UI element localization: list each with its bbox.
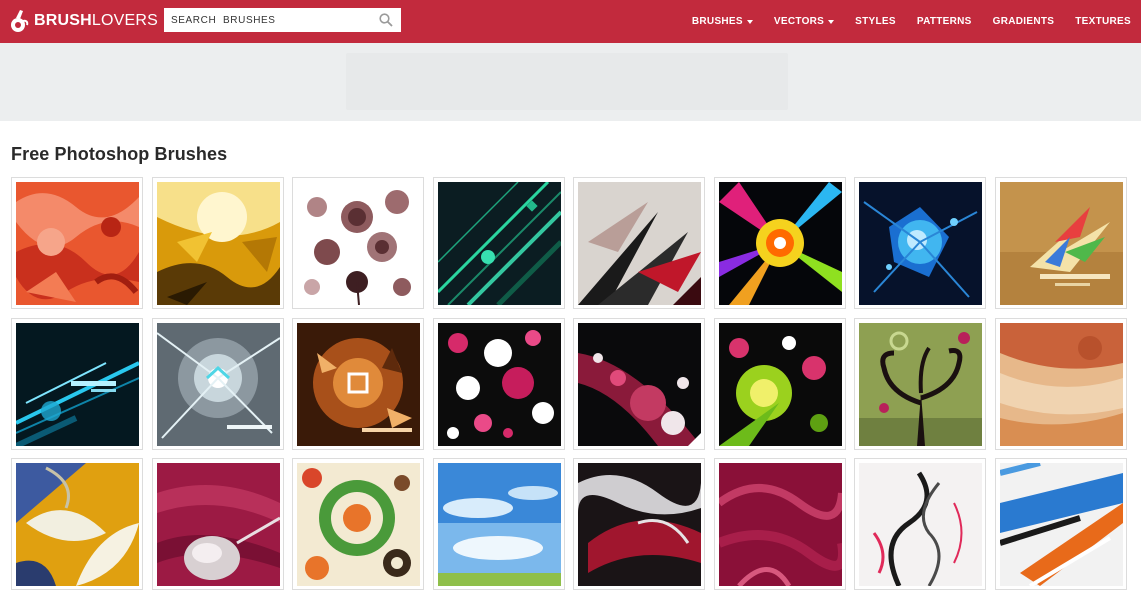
brush-tile-watercolor[interactable] [994,317,1127,450]
brush-tile-roses[interactable] [292,177,424,309]
red-brush-thumbnail [16,182,139,305]
fortune-splash-thumbnail [999,182,1123,305]
nav-vectors[interactable]: VECTORS [773,16,835,27]
sky-clouds-thumbnail [437,463,561,586]
caret-down-icon [746,19,753,24]
nav-patterns[interactable]: PATTERNS [917,16,972,27]
silk-thumbnail [156,463,280,586]
leaves-thumbnail [16,463,139,586]
black-strokes-thumbnail [578,182,701,305]
green-splash-thumbnail [718,322,842,446]
nav-vectors-label: VECTORS [773,16,825,27]
brush-tile-green-splash[interactable] [713,317,846,450]
nav-textures[interactable]: TEXTURES [1075,16,1131,27]
brush-tile-retro-circles[interactable] [292,458,424,590]
tree-swirls-thumbnail [859,322,982,446]
nav-styles-label: STYLES [855,16,896,27]
nav-textures-label: TEXTURES [1075,16,1131,27]
brush-tile-euphoria[interactable] [292,317,424,450]
logo-brush-icon [11,10,29,32]
nav-gradients-label: GRADIENTS [992,16,1055,27]
brush-tile-pink-smoke[interactable] [713,458,846,590]
retro-circles-thumbnail [297,463,420,586]
nav-brushes-label: BRUSHES [691,16,743,27]
watercolor-thumbnail [999,322,1123,446]
splatter-burst-thumbnail [578,322,701,446]
page-title: Free Photoshop Brushes [11,144,228,164]
top-navigation-bar: BRUSHLOVERS BRUSHES VECTORS STYLES PATTE… [0,0,1141,43]
brush-tile-grunge-strokes[interactable] [573,177,705,309]
brush-tile-black-smoke[interactable] [854,458,986,590]
nav-gradients[interactable]: GRADIENTS [993,16,1055,27]
paint-strokes-thumbnail [999,463,1123,586]
brush-tile-sky-clouds[interactable] [432,458,565,590]
ad-placeholder [346,53,788,110]
brush-tile-leaves[interactable] [11,458,143,590]
green-lines-thumbnail [437,182,561,305]
brush-tile-paint-strokes[interactable] [994,458,1127,590]
brush-tile-red-abstract[interactable] [11,177,143,309]
rose-flowers-thumbnail [297,182,420,305]
brush-tile-europa[interactable] [11,317,143,450]
ad-banner-area [0,43,1141,121]
blue-explosion-thumbnail [859,182,982,305]
caret-down-icon [828,19,835,24]
brush-tile-silk[interactable] [151,458,284,590]
search-box [164,8,401,32]
kinetic-light-thumbnail [156,322,280,446]
site-logo[interactable]: BRUSHLOVERS [10,9,158,33]
logo-wordmark: BRUSHLOVERS [34,12,159,29]
euphoria-shards-thumbnail [297,322,420,446]
search-input[interactable] [164,8,369,32]
brush-tile-fortune[interactable] [994,177,1127,309]
search-icon[interactable] [379,13,393,27]
brush-tile-red-smoke[interactable] [573,458,705,590]
rainbow-burst-thumbnail [718,182,842,305]
brush-tile-splatter-burst[interactable] [573,317,705,450]
nav-patterns-label: PATTERNS [916,16,972,27]
nav-styles[interactable]: STYLES [855,16,896,27]
red-smoke-thumbnail [578,463,701,586]
brush-tile-golden-light[interactable] [151,177,284,309]
main-menu: BRUSHES VECTORS STYLES PATTERNS GRADIENT… [671,0,1131,43]
nav-brushes[interactable]: BRUSHES [692,16,753,27]
brush-tile-spectrum-burst[interactable] [713,177,846,309]
brush-tile-pink-splatter[interactable] [432,317,565,450]
pink-smoke-thumbnail [718,463,842,586]
cyan-streaks-thumbnail [16,322,139,446]
brush-tile-kinetic[interactable] [151,317,284,450]
brush-tile-swirly-tree[interactable] [854,317,986,450]
brush-tile-digital-lines[interactable] [432,177,565,309]
pink-splatter-thumbnail [437,322,561,446]
gold-burst-thumbnail [156,182,280,305]
black-smoke-thumbnail [859,463,982,586]
brush-tile-blue-explosion[interactable] [854,177,986,309]
